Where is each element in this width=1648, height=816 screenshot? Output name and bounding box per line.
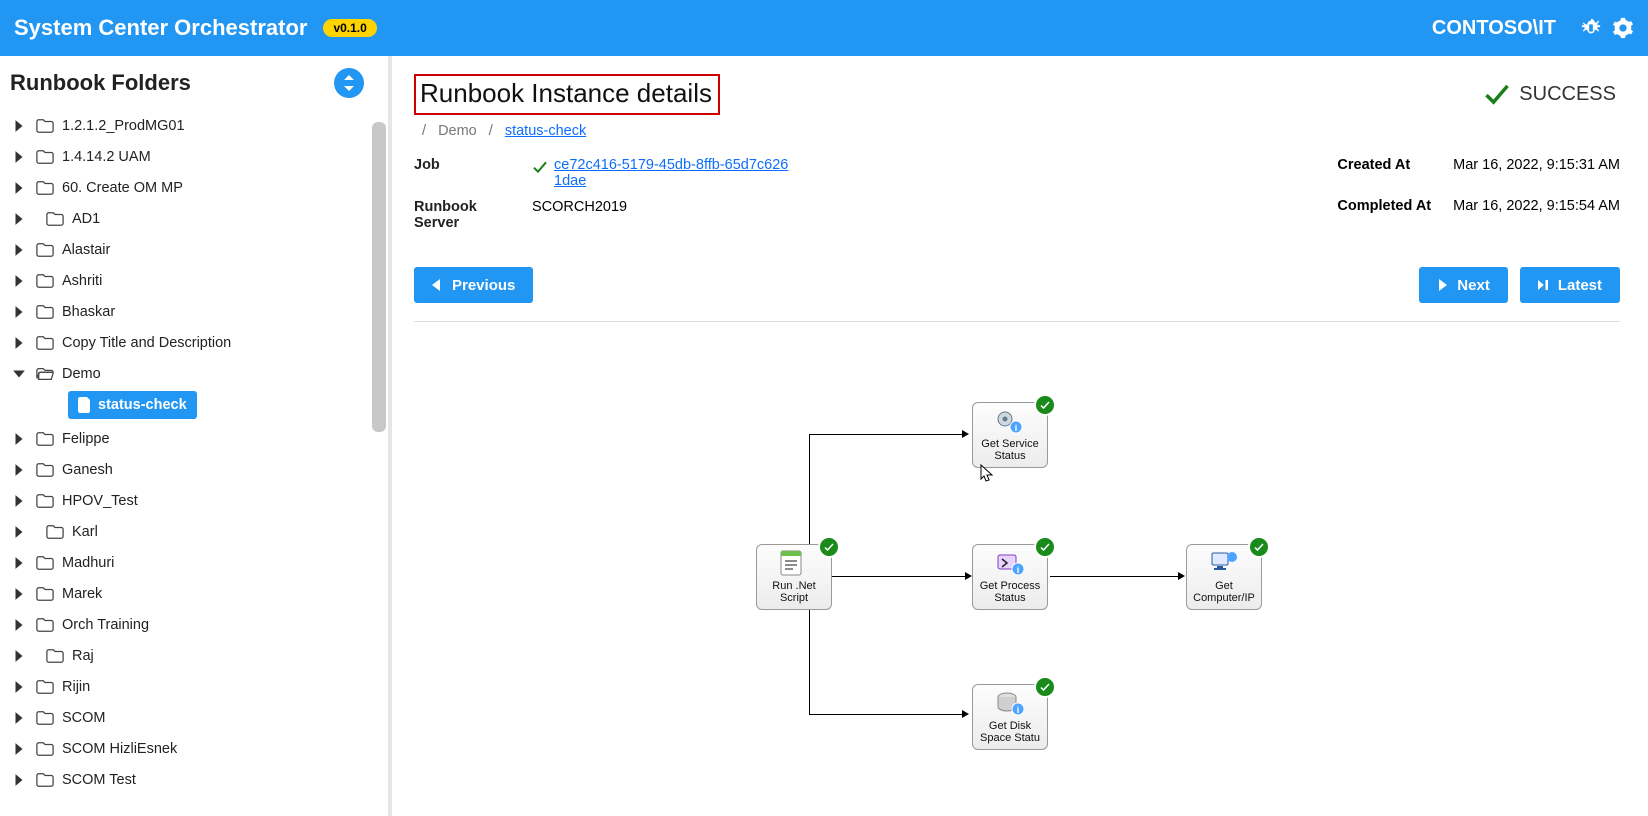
folder-row[interactable]: 60. Create OM MP <box>10 172 380 203</box>
node-label: Get Computer/IP <box>1193 580 1255 604</box>
status-success-icon <box>1034 536 1056 558</box>
status-success-icon <box>818 536 840 558</box>
svg-text:i: i <box>1017 705 1020 715</box>
node-label: Get Process Status <box>980 580 1041 604</box>
folder-row[interactable]: Bhaskar <box>10 296 380 327</box>
sidebar-title: Runbook Folders <box>10 70 334 96</box>
status-success-icon <box>1248 536 1270 558</box>
workflow-node-get-disk[interactable]: i Get Disk Space Statu <box>972 684 1048 750</box>
completed-at-label: Completed At <box>1337 198 1431 231</box>
workflow-node-get-computer[interactable]: Get Computer/IP <box>1186 544 1262 610</box>
user-label: CONTOSO\IT <box>1432 17 1556 40</box>
status-text: SUCCESS <box>1519 83 1616 106</box>
created-at-label: Created At <box>1337 157 1431 190</box>
version-badge: v0.1.0 <box>323 19 376 37</box>
workflow-node-get-service[interactable]: i Get Service Status <box>972 402 1048 468</box>
runbook-server-label: Runbook Server <box>414 199 514 231</box>
job-label: Job <box>414 157 514 173</box>
folder-tree: 1.2.1.2_ProdMG011.4.14.2 UAM60. Create O… <box>10 110 380 816</box>
workflow-node-get-process[interactable]: i Get Process Status <box>972 544 1048 610</box>
debug-icon[interactable] <box>1580 17 1602 39</box>
script-icon <box>778 549 810 577</box>
latest-button[interactable]: Latest <box>1520 267 1620 303</box>
folder-row[interactable]: Orch Training <box>10 609 380 640</box>
right-arrow-icon <box>1437 279 1447 291</box>
folder-row[interactable]: Rijin <box>10 671 380 702</box>
folder-row[interactable]: SCOM HizliEsnek <box>10 733 380 764</box>
folder-row[interactable]: Alastair <box>10 234 380 265</box>
app-title: System Center Orchestrator <box>14 15 307 41</box>
node-label: Run .Net Script <box>772 580 815 604</box>
status-success-icon <box>1034 394 1056 416</box>
folder-row[interactable]: Felippe <box>10 423 380 454</box>
check-icon <box>532 159 548 175</box>
process-info-icon: i <box>994 549 1026 577</box>
next-button-label: Next <box>1457 277 1490 294</box>
folder-row[interactable]: 1.4.14.2 UAM <box>10 141 380 172</box>
folder-row[interactable]: Karl <box>10 516 380 547</box>
computer-network-icon <box>1208 549 1240 577</box>
check-icon <box>1483 80 1511 108</box>
breadcrumb: / Demo / status-check <box>414 123 1620 139</box>
previous-button-label: Previous <box>452 277 515 294</box>
folder-row[interactable]: Demo <box>10 358 380 389</box>
svg-text:i: i <box>1015 423 1018 433</box>
breadcrumb-root: Demo <box>438 123 477 139</box>
folder-row[interactable]: Ganesh <box>10 454 380 485</box>
latest-button-label: Latest <box>1558 277 1602 294</box>
node-label: Get Service Status <box>981 438 1038 462</box>
left-arrow-icon <box>432 279 442 291</box>
folder-row[interactable]: Ashriti <box>10 265 380 296</box>
folder-row[interactable]: Raj <box>10 640 380 671</box>
folder-row[interactable]: AD1 <box>10 203 380 234</box>
settings-gear-icon[interactable] <box>1612 17 1634 39</box>
job-id-link[interactable]: ce72c416-5179-45db-8ffb-65d7c6261dae <box>554 157 792 189</box>
scrollbar-thumb[interactable] <box>372 122 386 432</box>
next-button[interactable]: Next <box>1419 267 1508 303</box>
nav-button-row: Previous Next Latest <box>414 267 1620 322</box>
folder-row[interactable]: Marek <box>10 578 380 609</box>
created-at-value: Mar 16, 2022, 9:15:31 AM <box>1453 157 1620 190</box>
folder-row[interactable]: SCOM Test <box>10 764 380 795</box>
top-bar: System Center Orchestrator v0.1.0 CONTOS… <box>0 0 1648 56</box>
completed-at-value: Mar 16, 2022, 9:15:54 AM <box>1453 198 1620 231</box>
mouse-cursor-icon <box>980 464 994 482</box>
status-success-icon <box>1034 676 1056 698</box>
selected-runbook[interactable]: status-check <box>68 391 197 419</box>
folder-row[interactable]: Madhuri <box>10 547 380 578</box>
breadcrumb-leaf-link[interactable]: status-check <box>505 123 586 139</box>
sidebar: Runbook Folders 1.2.1.2_ProdMG011.4.14.2… <box>0 56 388 816</box>
main-pane: SUCCESS Runbook Instance details / Demo … <box>392 56 1648 816</box>
workflow-canvas[interactable]: Run .Net Script i Get Service Status i G… <box>414 330 1620 770</box>
runbook-server-value: SCORCH2019 <box>532 199 792 215</box>
workflow-node-run-script[interactable]: Run .Net Script <box>756 544 832 610</box>
folder-row[interactable]: SCOM <box>10 702 380 733</box>
svg-text:i: i <box>1017 565 1020 575</box>
status-badge: SUCCESS <box>1483 80 1616 108</box>
disk-info-icon: i <box>994 689 1026 717</box>
skip-end-icon <box>1538 279 1548 291</box>
previous-button[interactable]: Previous <box>414 267 533 303</box>
folder-row[interactable]: HPOV_Test <box>10 485 380 516</box>
folder-row[interactable]: Copy Title and Description <box>10 327 380 358</box>
folder-row[interactable]: 1.2.1.2_ProdMG01 <box>10 110 380 141</box>
collapse-sidebar-button[interactable] <box>334 68 364 98</box>
page-title: Runbook Instance details <box>414 74 720 115</box>
gears-info-icon: i <box>994 407 1026 435</box>
node-label: Get Disk Space Statu <box>980 720 1040 744</box>
